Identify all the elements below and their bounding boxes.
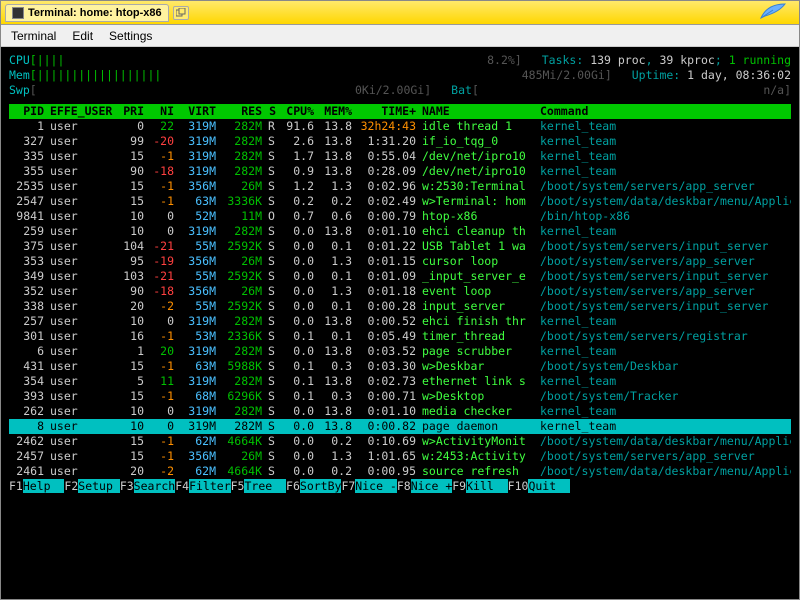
feather-icon <box>759 2 787 23</box>
fkey-F9[interactable]: F9 <box>452 479 466 493</box>
terminal-icon <box>12 7 24 19</box>
new-tab-button[interactable] <box>173 6 189 20</box>
table-row[interactable]: 262user100319M282MS0.013.80:01.10media c… <box>9 404 791 419</box>
menu-terminal[interactable]: Terminal <box>11 29 56 43</box>
table-row[interactable]: 353user95-19356M26MS0.01.30:01.15cursor … <box>9 254 791 269</box>
fkey-F3[interactable]: F3 <box>120 479 134 493</box>
table-row[interactable]: 352user90-18356M26MS0.01.30:01.18event l… <box>9 284 791 299</box>
table-row[interactable]: 2535user15-1356M26MS1.21.30:02.96w:2530:… <box>9 179 791 194</box>
fkey-F1[interactable]: F1 <box>9 479 23 493</box>
window-title: Terminal: home: htop-x86 <box>28 7 162 19</box>
fkey-F7[interactable]: F7 <box>341 479 355 493</box>
table-row[interactable]: 2462user15-162M4664KS0.00.20:10.69w>Acti… <box>9 434 791 449</box>
terminal-tab[interactable]: Terminal: home: htop-x86 <box>5 4 169 22</box>
window: Terminal: home: htop-x86 Terminal Edit S… <box>0 0 800 600</box>
table-row[interactable]: 9841user10052M11MO0.70.60:00.79htop-x86/… <box>9 209 791 224</box>
table-row[interactable]: 2457user15-1356M26MS0.01.31:01.65w:2453:… <box>9 449 791 464</box>
table-row[interactable]: 431user15-163M5988KS0.10.30:03.30w>Deskb… <box>9 359 791 374</box>
table-row[interactable]: 257user100319M282MS0.013.80:00.52ehci fi… <box>9 314 791 329</box>
terminal-body[interactable]: CPU[||||8.2%]Tasks: 139 proc, 39 kproc; … <box>1 47 799 599</box>
fkey-F8[interactable]: F8 <box>397 479 411 493</box>
table-row[interactable]: 259user100319M282MS0.013.80:01.10ehci cl… <box>9 224 791 239</box>
fkey-F2[interactable]: F2 <box>64 479 78 493</box>
process-table: PIDEFFE_USERPRINIVIRTRESSCPU%MEM%TIME+NA… <box>9 104 791 479</box>
fkey-F5[interactable]: F5 <box>231 479 245 493</box>
table-row[interactable]: 335user15-1319M282MS1.713.80:55.04/dev/n… <box>9 149 791 164</box>
fkey-F10[interactable]: F10 <box>508 479 529 493</box>
table-row[interactable]: 393user15-168M6296KS0.10.30:00.71w>Deskt… <box>9 389 791 404</box>
duplicate-icon <box>176 8 186 18</box>
table-row[interactable]: 1user022319M282MR91.613.832h24:43idle th… <box>9 119 791 134</box>
table-row[interactable]: 327user99-20319M282MS2.613.81:31.20if_io… <box>9 134 791 149</box>
fkey-F4[interactable]: F4 <box>175 479 189 493</box>
table-row[interactable]: 2547user15-163M3336KS0.20.20:02.49w>Term… <box>9 194 791 209</box>
table-row[interactable]: 349user103-2155M2592KS0.00.10:01.09_inpu… <box>9 269 791 284</box>
fkey-F6[interactable]: F6 <box>286 479 300 493</box>
titlebar[interactable]: Terminal: home: htop-x86 <box>1 1 799 25</box>
table-row[interactable]: 338user20-255M2592KS0.00.10:00.28input_s… <box>9 299 791 314</box>
table-row[interactable]: 8user100319M282MS0.013.80:00.82page daem… <box>9 419 791 434</box>
menubar: Terminal Edit Settings <box>1 25 799 47</box>
table-row[interactable]: 375user104-2155M2592KS0.00.10:01.22USB T… <box>9 239 791 254</box>
table-row[interactable]: 355user90-18319M282MS0.913.80:28.09/dev/… <box>9 164 791 179</box>
table-row[interactable]: 354user511319M282MS0.113.80:02.73etherne… <box>9 374 791 389</box>
menu-edit[interactable]: Edit <box>72 29 93 43</box>
table-row[interactable]: 6user120319M282MS0.013.80:03.52page scru… <box>9 344 791 359</box>
function-key-bar: F1Help F2Setup F3SearchF4FilterF5Tree F6… <box>9 479 791 494</box>
table-row[interactable]: 2461user20-262M4664KS0.00.20:00.95source… <box>9 464 791 479</box>
menu-settings[interactable]: Settings <box>109 29 152 43</box>
table-header[interactable]: PIDEFFE_USERPRINIVIRTRESSCPU%MEM%TIME+NA… <box>9 104 791 119</box>
table-row[interactable]: 301user16-153M2336KS0.10.10:05.49timer_t… <box>9 329 791 344</box>
